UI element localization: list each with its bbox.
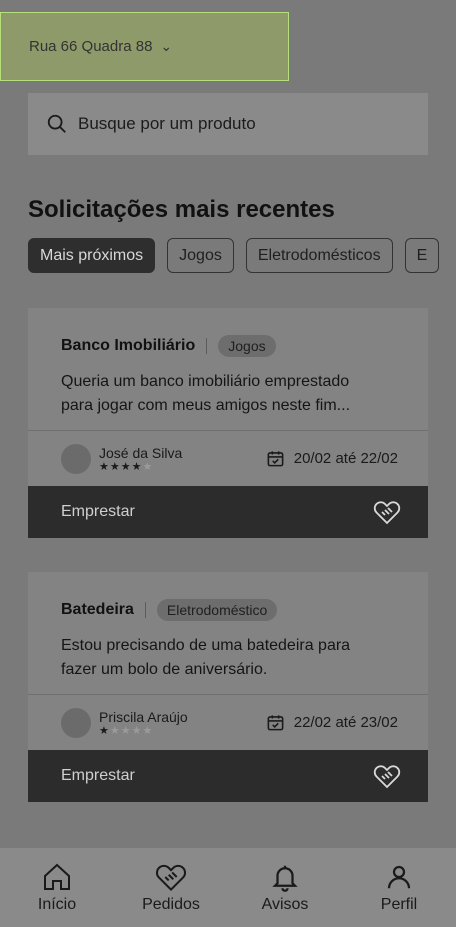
rating-stars: ★★★★★ bbox=[99, 460, 154, 473]
avatar bbox=[61, 707, 91, 738]
handshake-heart-icon bbox=[373, 765, 401, 789]
filter-chip-jogos[interactable]: Jogos bbox=[167, 238, 234, 273]
nav-notices-label: Avisos bbox=[261, 895, 309, 913]
requester-name: José da Silva bbox=[99, 444, 183, 461]
nav-notices[interactable]: Avisos bbox=[235, 862, 335, 914]
handshake-heart-icon bbox=[373, 501, 401, 525]
request-description: Estou precisando de uma batedeira para f… bbox=[61, 634, 395, 682]
filter-chip-eletrodomesticos[interactable]: Eletrodomésticos bbox=[245, 238, 393, 273]
avatar bbox=[61, 443, 91, 474]
filter-chip-mais-proximos[interactable]: Mais próximos bbox=[28, 238, 156, 273]
requester: Priscila Araújo ★★★★★ bbox=[61, 707, 188, 738]
request-description: Queria um banco imobiliário emprestado p… bbox=[61, 370, 395, 418]
dates-text: 22/02 até 23/02 bbox=[293, 714, 398, 731]
request-card[interactable]: Batedeira Eletrodoméstico Estou precisan… bbox=[28, 572, 428, 802]
nav-profile-label: Perfil bbox=[380, 895, 418, 913]
description-line: para jogar com meus amigos neste fim... bbox=[61, 397, 351, 414]
lend-button[interactable]: Emprestar bbox=[28, 486, 428, 538]
rating-stars: ★★★★★ bbox=[99, 724, 154, 737]
search-icon bbox=[47, 114, 66, 133]
requester: José da Silva ★★★★★ bbox=[61, 443, 183, 474]
filter-chips: Mais próximos Jogos Eletrodomésticos E bbox=[28, 238, 456, 274]
description-line: fazer um bolo de aniversário. bbox=[61, 661, 268, 678]
handshake-heart-icon bbox=[156, 864, 186, 891]
search-placeholder: Busque por um produto bbox=[78, 114, 256, 133]
request-title: Batedeira bbox=[61, 601, 134, 618]
description-line: Estou precisando de uma batedeira para bbox=[61, 637, 351, 654]
chevron-down-icon: ⌄ bbox=[160, 38, 173, 54]
lend-label: Emprestar bbox=[61, 767, 135, 784]
nav-home-label: Início bbox=[37, 895, 77, 913]
nav-home[interactable]: Início bbox=[7, 862, 107, 914]
divider bbox=[206, 338, 208, 354]
filter-chip-more[interactable]: E bbox=[404, 238, 440, 273]
category-tag: Eletrodoméstico bbox=[156, 599, 278, 621]
description-line: Queria um banco imobiliário emprestado bbox=[61, 373, 350, 390]
nav-orders[interactable]: Pedidos bbox=[121, 862, 221, 914]
calendar-icon bbox=[267, 715, 284, 731]
bell-icon bbox=[272, 865, 298, 892]
request-dates: 20/02 até 22/02 bbox=[266, 449, 398, 468]
dates-text: 20/02 até 22/02 bbox=[293, 450, 398, 467]
section-title: Solicitações mais recentes bbox=[28, 196, 335, 223]
requester-name: Priscila Araújo bbox=[99, 708, 188, 725]
bottom-navigation: Início Pedidos Avisos Perfil bbox=[0, 848, 456, 927]
request-dates: 22/02 até 23/02 bbox=[266, 713, 398, 732]
lend-button[interactable]: Emprestar bbox=[28, 750, 428, 802]
home-icon bbox=[44, 863, 70, 890]
address-text: Rua 66 Quadra 88 bbox=[29, 38, 153, 55]
request-card[interactable]: Banco Imobiliário Jogos Queria um banco … bbox=[28, 308, 428, 538]
nav-profile[interactable]: Perfil bbox=[349, 862, 449, 914]
category-tag: Jogos bbox=[218, 335, 276, 357]
search-bar[interactable]: Busque por um produto bbox=[28, 93, 428, 155]
request-title: Banco Imobiliário bbox=[61, 337, 196, 354]
calendar-icon bbox=[267, 451, 284, 467]
address-selector[interactable]: Rua 66 Quadra 88 ⌄ bbox=[0, 12, 289, 81]
lend-label: Emprestar bbox=[61, 503, 135, 520]
divider bbox=[144, 602, 146, 618]
nav-orders-label: Pedidos bbox=[142, 895, 200, 913]
user-icon bbox=[387, 865, 411, 888]
